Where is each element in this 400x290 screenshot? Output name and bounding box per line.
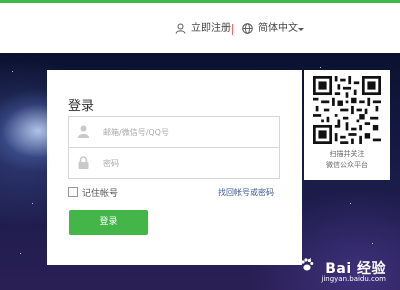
forgot-account-link[interactable]: 找回帐号或密码 bbox=[218, 187, 274, 198]
lock-icon bbox=[78, 156, 89, 169]
account-input[interactable] bbox=[103, 123, 273, 141]
user-icon bbox=[175, 23, 186, 34]
qr-card: 扫描并关注 微信公众平台 bbox=[304, 70, 390, 180]
baidu-jingyan-watermark: Bai 经验 jingyan.baidu.com bbox=[300, 258, 386, 286]
header: 立即注册 简体中文 bbox=[0, 3, 400, 53]
qr-caption-line1: 扫描并关注 bbox=[329, 150, 365, 158]
login-button[interactable]: 登录 bbox=[69, 210, 148, 235]
remember-label: 记住帐号 bbox=[82, 189, 119, 199]
register-link-label: 立即注册 bbox=[191, 23, 231, 34]
header-separator bbox=[232, 24, 233, 35]
qr-caption-line2: 微信公众平台 bbox=[326, 161, 368, 169]
language-label: 简体中文 bbox=[258, 23, 298, 34]
globe-icon bbox=[242, 23, 253, 34]
password-field-box bbox=[68, 147, 280, 179]
account-field-box bbox=[68, 116, 280, 148]
password-input[interactable] bbox=[103, 154, 273, 172]
user-icon bbox=[78, 125, 89, 138]
watermark-url: jingyan.baidu.com bbox=[321, 275, 386, 283]
paw-icon bbox=[301, 258, 314, 271]
login-panel: 登录 记住帐号 找回帐号或密码 登录 bbox=[47, 70, 302, 265]
remember-checkbox[interactable] bbox=[68, 187, 78, 197]
chevron-down-icon[interactable] bbox=[298, 28, 304, 31]
login-title: 登录 bbox=[68, 99, 95, 114]
qr-code-image bbox=[313, 76, 381, 144]
